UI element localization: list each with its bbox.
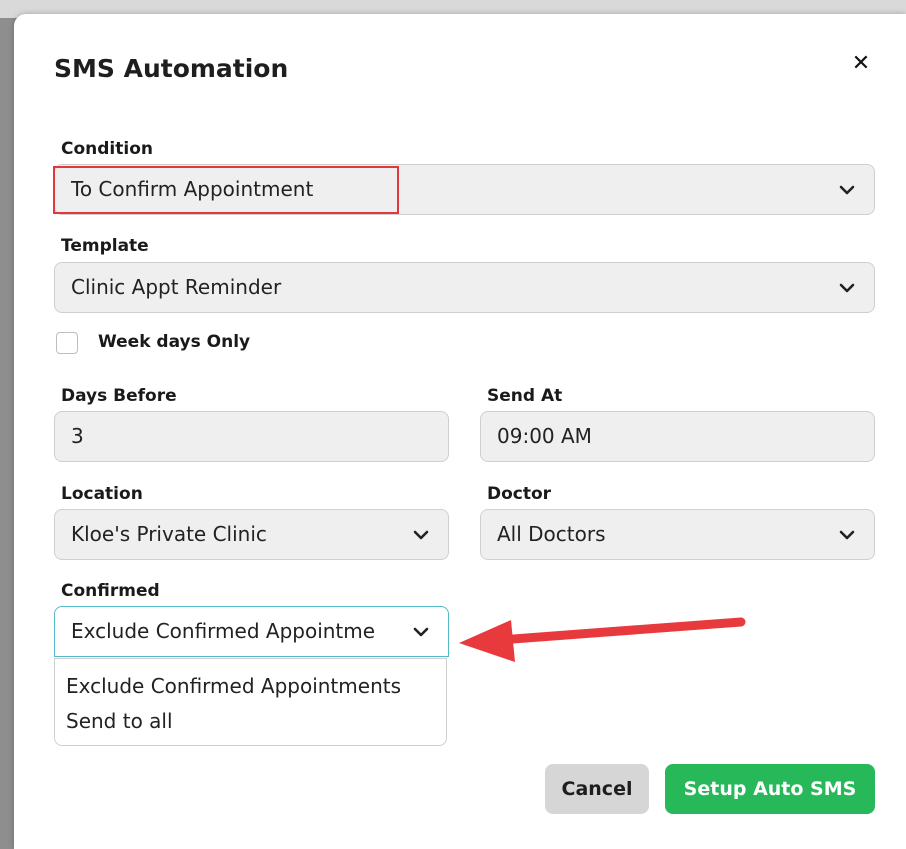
chevron-down-icon — [413, 627, 429, 637]
send-at-value: 09:00 AM — [497, 424, 592, 448]
dropdown-option-send-to-all[interactable]: Send to all — [55, 704, 446, 739]
setup-auto-sms-button[interactable]: Setup Auto SMS — [665, 764, 875, 814]
condition-select[interactable]: To Confirm Appointment — [54, 164, 875, 215]
modal-title: SMS Automation — [54, 54, 289, 83]
weekdays-only-checkbox[interactable] — [56, 332, 78, 354]
confirmed-dropdown-list: Exclude Confirmed Appointments Send to a… — [54, 658, 447, 746]
template-value: Clinic Appt Reminder — [71, 275, 282, 299]
days-before-value: 3 — [71, 424, 84, 448]
cancel-button[interactable]: Cancel — [545, 764, 649, 814]
weekdays-only-label: Week days Only — [98, 332, 251, 352]
send-at-input[interactable]: 09:00 AM — [480, 411, 875, 462]
location-value: Kloe's Private Clinic — [71, 522, 267, 546]
dropdown-option-exclude-confirmed[interactable]: Exclude Confirmed Appointments — [55, 669, 446, 704]
confirmed-label: Confirmed — [61, 581, 160, 601]
chevron-down-icon — [413, 530, 429, 540]
doctor-label: Doctor — [487, 484, 552, 504]
chevron-down-icon — [839, 283, 855, 293]
location-label: Location — [61, 484, 143, 504]
template-label: Template — [61, 236, 149, 256]
doctor-value: All Doctors — [497, 522, 606, 546]
condition-value: To Confirm Appointment — [71, 177, 314, 201]
confirmed-value: Exclude Confirmed Appointme — [71, 619, 376, 643]
sms-automation-modal: SMS Automation ✕ Condition To Confirm Ap… — [14, 14, 906, 849]
condition-label: Condition — [61, 139, 153, 159]
chevron-down-icon — [839, 530, 855, 540]
doctor-select[interactable]: All Doctors — [480, 509, 875, 560]
template-select[interactable]: Clinic Appt Reminder — [54, 262, 875, 313]
location-select[interactable]: Kloe's Private Clinic — [54, 509, 449, 560]
confirmed-select[interactable]: Exclude Confirmed Appointme — [54, 606, 449, 657]
send-at-label: Send At — [487, 386, 563, 406]
days-before-input[interactable]: 3 — [54, 411, 449, 462]
close-icon[interactable]: ✕ — [848, 51, 874, 77]
annotation-arrow-icon — [459, 617, 746, 662]
days-before-label: Days Before — [61, 386, 177, 406]
chevron-down-icon — [839, 185, 855, 195]
